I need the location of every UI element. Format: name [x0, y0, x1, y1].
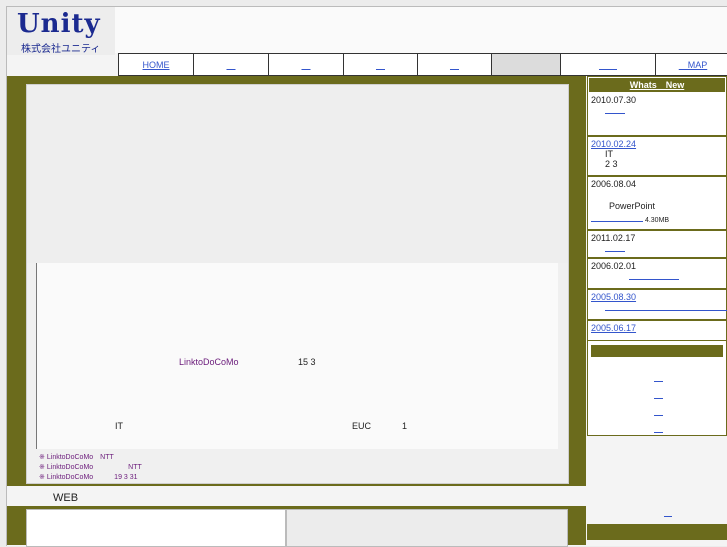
nav-item-7[interactable]: MAP: [655, 54, 727, 75]
logo-company-name: 株式会社ユニティ: [21, 44, 101, 55]
links-box: [587, 340, 727, 436]
news-text: 2 3: [605, 159, 618, 169]
news-item: 2006.02.01: [588, 259, 726, 290]
side-link[interactable]: [654, 407, 663, 416]
news-date: 2011.02.17: [591, 233, 636, 243]
news-link[interactable]: [605, 302, 727, 311]
bottom-left-panel: [26, 509, 286, 547]
intro-text-euc: EUC: [352, 421, 372, 431]
bottom-right-panel: [286, 509, 568, 547]
news-link[interactable]: [629, 271, 679, 280]
news-item: 2011.02.17: [588, 231, 726, 259]
news-box: Whats New 2010.07.30 2010.02.24 IT 2 3 2006.…: [587, 76, 727, 351]
links-list: [654, 373, 663, 441]
intro-text-block: LinktoDoCoMo 15 3 IT EUC 1: [36, 263, 558, 449]
side-link[interactable]: [654, 424, 663, 433]
main-content: LinktoDoCoMo 15 3 IT EUC 1 ※ LinktoDoCoMo…: [26, 84, 569, 484]
header-banner: [115, 7, 727, 53]
news-title[interactable]: Whats New: [589, 78, 725, 92]
nav-item-0[interactable]: HOME: [118, 54, 193, 75]
news-item: 2006.08.04 PowerPoint 4.30MB: [588, 177, 726, 231]
news-date: 2010.07.30: [591, 95, 637, 105]
main-navigation: HOME MAP: [118, 53, 727, 76]
site-logo[interactable]: Unity 株式会社ユニティ: [7, 7, 115, 55]
logo-wordmark: Unity: [17, 9, 101, 39]
news-date[interactable]: 2005.06.17: [591, 323, 723, 333]
news-date: 2006.08.04: [591, 179, 637, 189]
nav-item-3[interactable]: [343, 54, 417, 75]
web-section-label: WEB: [53, 492, 79, 504]
news-date[interactable]: 2005.08.30: [591, 292, 723, 302]
news-text: PowerPoint: [609, 201, 656, 211]
intro-text-it: IT: [115, 421, 123, 431]
note-item: ※ LinktoDoCoMo 19 3 31: [39, 474, 138, 481]
side-bottom-link[interactable]: [664, 508, 672, 517]
news-date[interactable]: 2010.02.24: [591, 139, 723, 149]
nav-item-5[interactable]: [491, 54, 560, 75]
docomo-link-text[interactable]: LinktoDoCoMo: [179, 357, 239, 367]
nav-item-4[interactable]: [417, 54, 491, 75]
note-item: ※ LinktoDoCoMo NTT: [39, 454, 114, 461]
intro-text-one: 1: [402, 421, 408, 431]
nav-item-6[interactable]: [560, 54, 655, 75]
sidebar: Whats New 2010.07.30 2010.02.24 IT 2 3 2006.…: [587, 76, 727, 545]
news-item: 2005.08.30: [588, 290, 727, 321]
nav-item-1[interactable]: [193, 54, 268, 75]
news-link[interactable]: [605, 105, 625, 114]
news-download-link[interactable]: [591, 213, 643, 222]
news-link[interactable]: [605, 243, 625, 252]
main-hero-area: [27, 85, 568, 263]
notes-list: ※ LinktoDoCoMo NTT ※ LinktoDoCoMo NTT ※ Lin…: [39, 453, 142, 483]
news-item: 2010.07.30: [588, 93, 726, 137]
news-file-size: 4.30MB: [644, 217, 670, 224]
links-header: [591, 345, 723, 357]
sidebar-bottom-bar: [587, 524, 727, 540]
side-link[interactable]: [654, 373, 663, 382]
side-link[interactable]: [654, 390, 663, 399]
note-item: ※ LinktoDoCoMo NTT: [39, 464, 142, 471]
news-date: 2006.02.01: [591, 261, 637, 271]
news-list: 2010.07.30 2010.02.24 IT 2 3 2006.08.04 Power…: [588, 93, 727, 350]
nav-item-2[interactable]: [268, 54, 343, 75]
news-text: IT: [605, 149, 613, 159]
news-item: 2010.02.24 IT 2 3: [588, 137, 726, 177]
intro-number: 15 3: [298, 357, 316, 367]
